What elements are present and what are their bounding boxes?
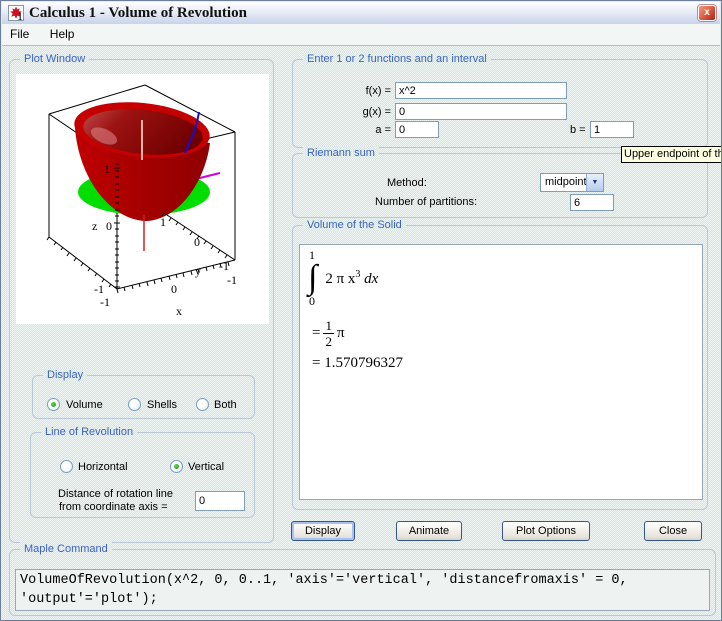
radio-horizontal-label[interactable]: Horizontal — [78, 461, 128, 473]
plot-options-button[interactable]: Plot Options — [502, 521, 590, 541]
z-tick-0: 0 — [106, 219, 112, 233]
maple-command-group-label: Maple Command — [20, 542, 112, 556]
radio-vertical[interactable] — [170, 460, 183, 473]
y-tick-0: 0 — [194, 235, 200, 249]
volume-group-label: Volume of the Solid — [303, 218, 406, 232]
close-window-button[interactable]: x — [698, 5, 716, 21]
pi-symbol: π — [337, 325, 345, 341]
plot-window-group-label: Plot Window — [20, 52, 89, 66]
g-input[interactable] — [395, 103, 567, 120]
radio-shells[interactable] — [128, 398, 141, 411]
radio-shells-label[interactable]: Shells — [147, 399, 177, 411]
b-input[interactable] — [590, 121, 634, 138]
distance-label-line2: from coordinate axis = — [59, 501, 168, 513]
radio-volume-label[interactable]: Volume — [66, 399, 103, 411]
symbolic-result: =12π — [312, 319, 345, 348]
menu-bar: File Help — [2, 24, 720, 46]
radio-both-label[interactable]: Both — [214, 399, 237, 411]
x-tick-minus1: -1 — [100, 295, 110, 309]
radio-both[interactable] — [196, 398, 209, 411]
integral-sign: ∫ — [308, 261, 317, 295]
method-dropdown-value: midpoint — [545, 176, 587, 188]
display-group-label: Display — [43, 368, 87, 382]
dialog-body: Plot Window — [2, 46, 720, 619]
numeric-result: = 1.570796327 — [312, 355, 403, 372]
y-tick-1: 1 — [160, 215, 166, 229]
z-tick-minus1: -1 — [94, 282, 104, 296]
integral-lower-limit: 0 — [308, 295, 317, 307]
radio-vertical-label[interactable]: Vertical — [188, 461, 224, 473]
a-input[interactable] — [395, 121, 439, 138]
tooltip: Upper endpoint of th — [621, 146, 722, 163]
fraction-denominator: 2 — [323, 334, 334, 348]
riemann-group-label: Riemann sum — [303, 146, 379, 160]
title-bar[interactable]: 11 Calculus 1 - Volume of Revolution x — [2, 2, 720, 25]
volume-of-revolution-3d-plot: 1 z 0 -1 -1 0 x 1 0 y -1 -1 — [16, 74, 269, 324]
maple-app-icon: 11 — [8, 5, 24, 21]
z-tick-1: 1 — [104, 162, 110, 176]
integral-expression: 1 ∫ 0 2 π x3 dx — [308, 249, 378, 307]
functions-group-label: Enter 1 or 2 functions and an interval — [303, 52, 491, 66]
fraction-numerator: 1 — [323, 319, 334, 334]
maple-command-text[interactable]: VolumeOfRevolution(x^2, 0, 0..1, 'axis'=… — [15, 569, 710, 611]
z-axis-label: z — [92, 219, 97, 233]
display-button[interactable]: Display — [291, 521, 355, 541]
corner-tick-minus1: -1 — [227, 273, 237, 287]
method-label: Method: — [387, 177, 427, 189]
menu-file[interactable]: File — [2, 24, 37, 41]
volume-result-area: 1 ∫ 0 2 π x3 dx =12π = 1.570796327 — [299, 244, 703, 500]
f-input[interactable] — [395, 82, 567, 99]
menu-help[interactable]: Help — [42, 24, 83, 41]
close-button[interactable]: Close — [644, 521, 702, 541]
equals-sign: = — [312, 325, 320, 341]
display-options-group: Display Volume Shells Both — [32, 375, 255, 419]
radio-horizontal[interactable] — [60, 460, 73, 473]
chevron-down-icon[interactable]: ▼ — [586, 174, 603, 191]
partitions-input[interactable] — [570, 194, 614, 211]
command-line-2: 'output'='plot'); — [20, 592, 158, 607]
b-label: b = — [570, 124, 586, 136]
functions-group: Enter 1 or 2 functions and an interval f… — [292, 59, 708, 148]
f-label: f(x) = — [331, 85, 391, 97]
svg-text:11: 11 — [17, 9, 24, 21]
distance-label-line1: Distance of rotation line — [58, 488, 173, 500]
y-tick-minus1: -1 — [219, 259, 229, 273]
a-label: a = — [331, 124, 391, 136]
distance-input[interactable] — [195, 491, 245, 511]
integrand-text: 2 π x — [325, 271, 355, 287]
x-axis-label: x — [176, 304, 182, 318]
g-label: g(x) = — [331, 106, 391, 118]
animate-button[interactable]: Animate — [396, 521, 462, 541]
radio-volume[interactable] — [47, 398, 60, 411]
application-window: 11 Calculus 1 - Volume of Revolution x F… — [0, 0, 722, 621]
line-of-revolution-group: Line of Revolution Horizontal Vertical D… — [30, 432, 255, 518]
method-dropdown[interactable]: midpoint ▼ — [540, 173, 604, 192]
maple-command-group: Maple Command VolumeOfRevolution(x^2, 0,… — [9, 549, 716, 616]
partitions-label: Number of partitions: — [375, 196, 477, 208]
line-group-label: Line of Revolution — [41, 425, 137, 439]
volume-group: Volume of the Solid 1 ∫ 0 2 π x3 dx =12π… — [292, 225, 708, 510]
y-axis-label: y — [195, 264, 201, 278]
command-line-1: VolumeOfRevolution(x^2, 0, 0..1, 'axis'=… — [20, 573, 628, 588]
window-title: Calculus 1 - Volume of Revolution — [29, 3, 247, 24]
plot-window-group: Plot Window — [9, 59, 274, 543]
integrand-dx: dx — [360, 271, 378, 287]
x-tick-0: 0 — [171, 282, 177, 296]
plot-canvas[interactable]: 1 z 0 -1 -1 0 x 1 0 y -1 -1 — [16, 74, 269, 324]
